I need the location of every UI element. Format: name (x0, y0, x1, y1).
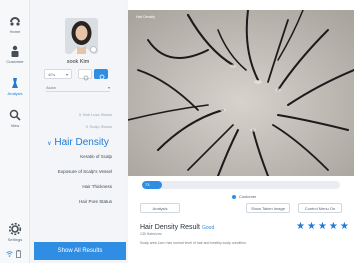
legend-label: Customer (239, 194, 257, 199)
menu-item-hair-loss[interactable]: ∨ Hair Loss Status (30, 112, 126, 117)
analysis-button[interactable]: Analysis (140, 203, 180, 213)
chevron-down-icon: ∨ (78, 112, 82, 117)
menu-item-thickness[interactable]: Hair Thickness (30, 184, 126, 189)
menu-label: Hair Thickness (82, 184, 112, 189)
menu-label: Hair Pore Status (78, 199, 112, 204)
result-title: Hair Density Result (140, 224, 200, 231)
density-progress-bar: 73 (142, 181, 340, 189)
gender-male-button[interactable] (78, 69, 92, 81)
rail-item-settings[interactable]: Settings (0, 222, 30, 242)
chevron-down-icon: ▾ (65, 71, 68, 77)
rail-label-home: Home (9, 29, 21, 34)
star-icon: ★ (296, 221, 305, 232)
menu-label: Hair Loss Status (82, 112, 112, 117)
customer-name: sook Kim (66, 59, 90, 65)
rating-stars: ★ ★ ★ ★ ★ (296, 222, 351, 232)
rail-item-view[interactable]: View (0, 108, 30, 128)
result-panel: Hair Density 73 Customer Analysis Show T… (128, 0, 354, 263)
star-icon: ★ (339, 221, 349, 232)
rail-item-home[interactable]: Home (0, 14, 30, 34)
show-all-results-button[interactable]: Show All Results (34, 242, 126, 260)
rail-label-analysis: Analysis (7, 91, 23, 96)
home-icon (10, 17, 20, 26)
star-icon: ★ (317, 221, 327, 232)
menu-item-keratin[interactable]: Keratin of Scalp (30, 154, 126, 159)
wifi-icon (6, 251, 13, 257)
density-value: 73 (145, 182, 150, 187)
camera-icon[interactable] (90, 46, 97, 53)
area-select[interactable]: Asian ▾ (46, 84, 110, 92)
rail-label-customer: Customer (6, 59, 24, 64)
legend-dot (232, 194, 236, 199)
age-select[interactable]: 40's ▾ (44, 69, 72, 79)
gender-female-button[interactable] (94, 69, 108, 82)
show-taken-image-button[interactable]: Show Taken Image (246, 203, 290, 213)
age-select-value: 40's (48, 71, 56, 77)
menu-item-pore[interactable]: Hair Pore Status (30, 199, 126, 204)
male-icon (83, 75, 89, 81)
rail-label-view: View (10, 123, 20, 128)
menu-item-scalp-status[interactable]: ∨ Scalp Status (30, 124, 126, 129)
chevron-down-icon: ▾ (107, 85, 110, 90)
area-select-value: Asian (46, 85, 57, 90)
star-icon: ★ (306, 221, 316, 232)
rail-item-customer[interactable]: Customer (0, 44, 30, 64)
customer-icon (11, 45, 19, 57)
rail-label-settings: Settings (7, 237, 23, 242)
chevron-down-icon: ∨ (85, 124, 89, 129)
menu-label: Exposure of Scalp's Vessel (57, 169, 112, 174)
scalp-micrograph (128, 10, 354, 176)
menu-label: Hair Density (54, 137, 109, 148)
analysis-icon (12, 78, 18, 88)
menu-label: Scalp Status (89, 124, 112, 129)
result-description: Scalp area 1cm² has normal level of hair… (140, 241, 247, 245)
scope-label: Hair Density (136, 15, 156, 19)
left-rail: Home Customer Analysis View Settings (0, 0, 30, 263)
menu-item-hair-density[interactable]: ∨ Hair Density (30, 137, 126, 148)
density-legend: Customer (232, 194, 256, 199)
settings-icon (8, 222, 22, 236)
menu-item-vessel[interactable]: Exposure of Scalp's Vessel (30, 169, 126, 174)
menu-label: Keratin of Scalp (80, 154, 112, 159)
customer-panel: sook Kim 40's ▾ Asian ▾ ∨ Hair Loss Stat… (30, 0, 126, 263)
star-icon: ★ (328, 221, 338, 232)
female-icon (99, 74, 105, 82)
scalp-image[interactable]: Hair Density (128, 10, 354, 176)
battery-icon (16, 250, 21, 258)
result-measure: 130 Hairs/cm² (140, 232, 162, 236)
control-menu-button[interactable]: Control Menu On (298, 203, 342, 213)
status-icons (6, 250, 21, 258)
rail-item-analysis[interactable]: Analysis (0, 76, 30, 96)
chevron-down-icon: ∨ (47, 141, 52, 147)
view-icon (9, 109, 21, 121)
result-grade: Good (202, 225, 215, 231)
